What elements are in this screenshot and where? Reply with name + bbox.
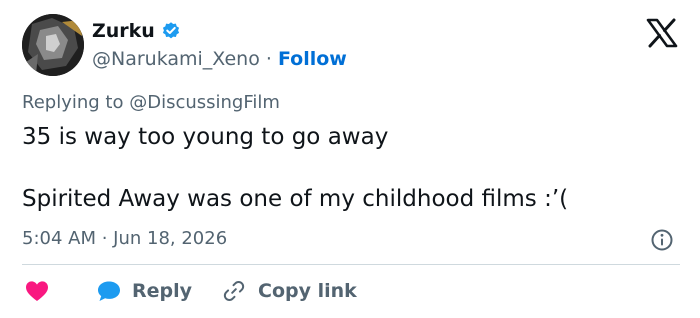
info-icon[interactable]	[650, 228, 674, 252]
link-icon	[223, 280, 245, 302]
copy-link-label: Copy link	[258, 280, 357, 302]
tweet-text-line-1: 35 is way too young to go away	[22, 124, 389, 150]
divider	[22, 264, 680, 265]
reply-mention-link[interactable]: @DiscussingFilm	[129, 92, 280, 113]
author-name[interactable]: Zurku	[92, 20, 155, 42]
reply-prefix: Replying to	[22, 92, 124, 113]
separator-dot: ·	[265, 48, 272, 70]
tweet-text-line-2: Spirited Away was one of my childhood fi…	[22, 186, 569, 212]
copy-link-button[interactable]: Copy link	[222, 279, 357, 303]
reply-bubble-icon	[98, 281, 120, 301]
reply-context: Replying to @DiscussingFilm	[22, 92, 280, 113]
reply-label: Reply	[132, 280, 193, 302]
handle-line: @Narukami_Xeno · Follow	[92, 48, 347, 70]
follow-button[interactable]: Follow	[278, 48, 347, 70]
like-button[interactable]	[22, 279, 50, 303]
verified-badge-icon	[161, 21, 181, 41]
avatar[interactable]	[22, 14, 84, 76]
author-handle[interactable]: @Narukami_Xeno	[92, 48, 260, 70]
heart-icon	[26, 281, 48, 301]
x-logo-icon[interactable]	[646, 18, 678, 48]
action-bar: Reply Copy link	[22, 276, 357, 306]
author-name-row: Zurku	[92, 20, 181, 42]
tweet-timestamp[interactable]: 5:04 AM · Jun 18, 2026	[22, 228, 227, 249]
reply-button[interactable]: Reply	[96, 279, 192, 303]
